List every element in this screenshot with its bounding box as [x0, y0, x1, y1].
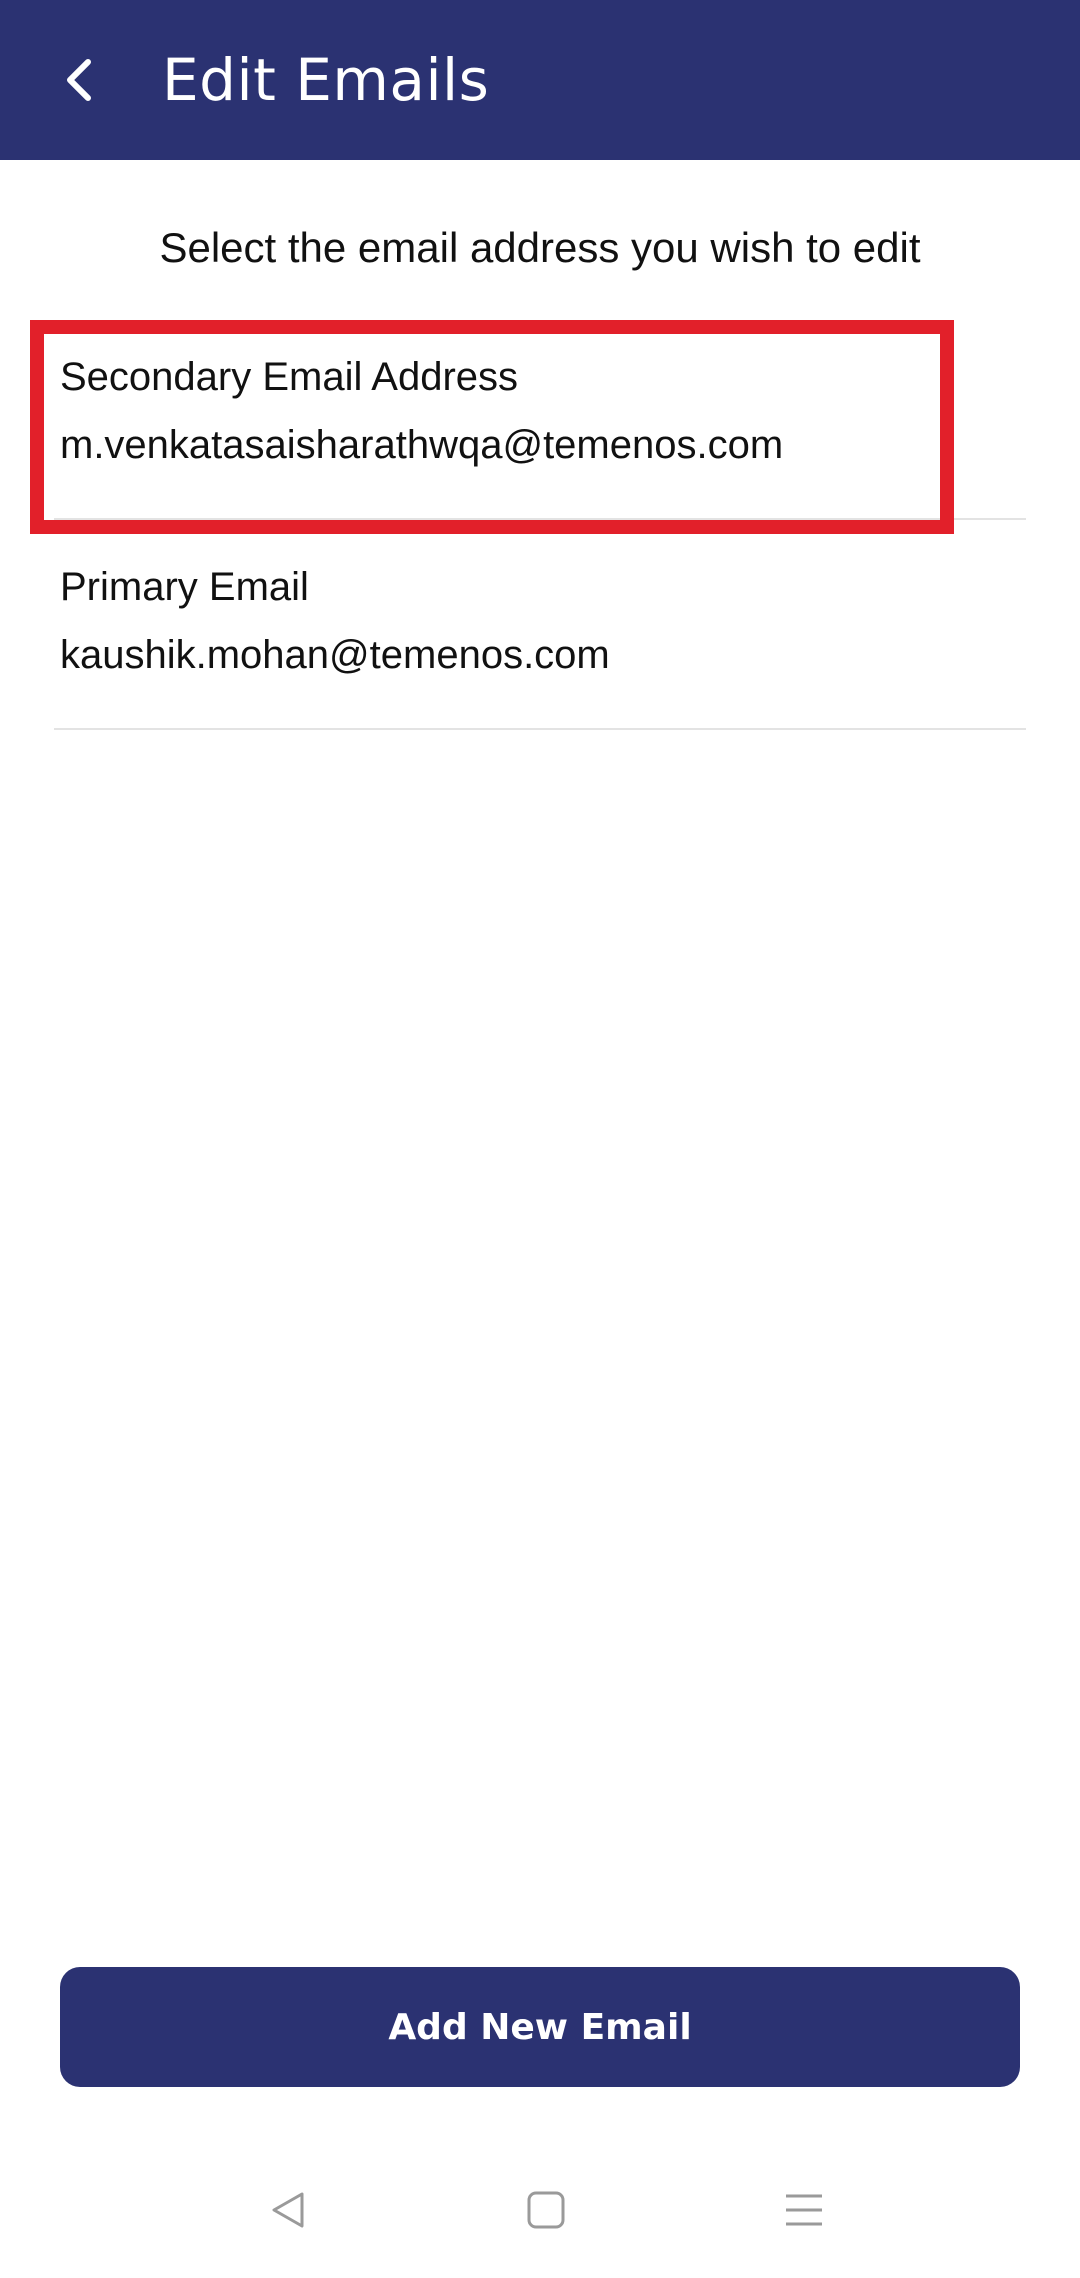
divider	[54, 728, 1026, 730]
system-nav-bar	[0, 2150, 1080, 2278]
chevron-left-icon	[67, 59, 91, 101]
back-button[interactable]	[36, 36, 124, 124]
email-label: Secondary Email Address	[60, 355, 519, 399]
email-address: m.venkatasaisharathwqa@temenos.com	[60, 423, 784, 467]
page-title: Edit Emails	[162, 46, 490, 114]
app-header: Edit Emails	[0, 0, 1080, 160]
email-item-secondary[interactable]: Secondary Email Address m.venkatasaishar…	[54, 320, 1026, 530]
divider	[54, 518, 1026, 520]
system-back-button[interactable]	[248, 2170, 328, 2250]
square-home-icon	[527, 2191, 565, 2229]
add-new-email-button[interactable]: Add New Email	[60, 1967, 1020, 2087]
email-label: Primary Email	[60, 565, 309, 609]
email-item-primary[interactable]: Primary Email kaushik.mohan@temenos.com	[54, 530, 1026, 740]
triangle-back-icon	[272, 2192, 304, 2228]
edit-emails-screen: Edit Emails Select the email address you…	[0, 0, 1080, 2278]
system-menu-button[interactable]	[764, 2170, 844, 2250]
system-home-button[interactable]	[506, 2170, 586, 2250]
hamburger-menu-icon	[786, 2194, 822, 2226]
email-address: kaushik.mohan@temenos.com	[60, 633, 610, 677]
instruction-text: Select the email address you wish to edi…	[159, 224, 921, 271]
